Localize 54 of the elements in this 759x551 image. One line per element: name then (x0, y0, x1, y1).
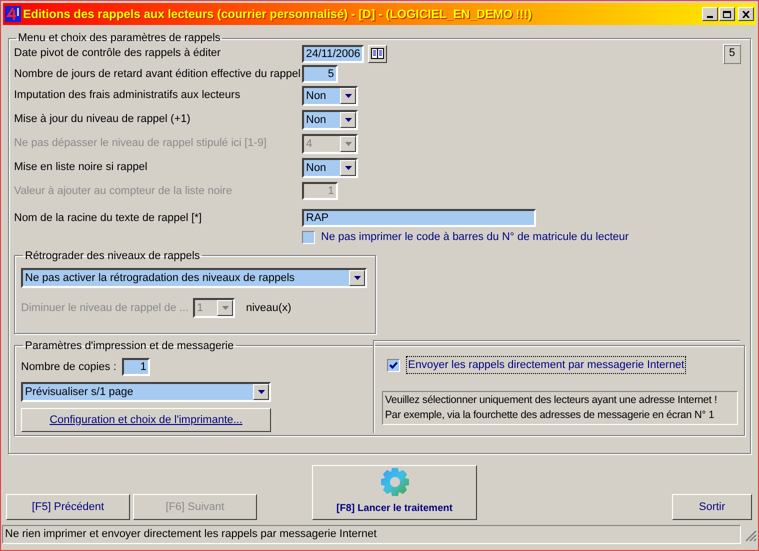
input-field[interactable]: 1 (122, 358, 150, 376)
dropdown[interactable]: Non (302, 158, 358, 178)
window-title: Editions des rappels aux lecteurs (courrier personnalisé) - [D] - (LOGICIEL_EN_DEMO !!!) (23, 6, 532, 23)
close-icon (742, 10, 750, 18)
field-label: Mise en liste noire si rappel (14, 160, 148, 176)
field-label: Nombre de copies : (21, 360, 116, 375)
gear-icon (378, 467, 410, 497)
unit-label: niveau(x) (246, 300, 292, 316)
minimize-button[interactable] (702, 7, 718, 21)
input-field[interactable]: 5 (302, 65, 338, 83)
checkbox[interactable] (302, 231, 315, 244)
maximize-button[interactable] (719, 7, 735, 21)
caret-icon (344, 94, 352, 98)
maximize-icon (723, 10, 731, 18)
status-bar: Ne rien imprimer et envoyer directement les rappels par messagerie Internet (2, 525, 741, 544)
close-button[interactable] (738, 7, 754, 21)
option-label: Ne pas imprimer le code à barres du N° de matricule du lecteur (321, 230, 629, 246)
caret-icon (344, 118, 352, 122)
dropdown[interactable]: Non (302, 86, 358, 106)
field-label: Diminuer le niveau de rappel de ... (21, 300, 190, 316)
input-field[interactable]: 24/11/2006 (302, 44, 364, 62)
caret-icon (258, 390, 264, 394)
group-title: Paramètres d'impression et de messagerie (24, 338, 235, 354)
field-label: Ne pas dépasser le niveau de rappel stipulé ici [1-9] (14, 136, 268, 152)
run-button[interactable]: [F8] Lancer le traitement (312, 465, 477, 520)
dropdown[interactable]: Prévisualiser s/1 page (21, 382, 271, 402)
field-label: Imputation des frais administratifs aux lecteurs (14, 88, 242, 104)
nav-button[interactable]: [F5] Précédent (6, 494, 130, 520)
field-label: Valeur à ajouter au compteur de la liste noire (14, 184, 234, 199)
caret-icon (344, 166, 352, 170)
group-title: Menu et choix des paramètres de rappels (17, 31, 222, 46)
page-number: 5 (723, 44, 741, 64)
caret-icon (354, 276, 360, 280)
calendar-button[interactable] (368, 44, 387, 62)
caret-icon (222, 306, 228, 310)
app-logo-icon (5, 6, 21, 22)
field-label: Date pivot de contrôle des rappels à éditer (14, 46, 222, 62)
checkbox[interactable] (387, 358, 400, 372)
exit-button[interactable]: Sortir (672, 494, 752, 520)
field-label: Nom de la racine du texte de rappel [*] (14, 210, 203, 226)
dropdown[interactable]: Non (302, 110, 358, 130)
notice-text: Par exemple, via la fourchette des adresses de messagerie en écran N° 1 (385, 408, 716, 423)
checkmark-icon (389, 360, 398, 370)
field-label: Nombre de jours de retard avant édition effective du rappel (14, 66, 302, 82)
option-label[interactable]: Envoyer les rappels directement par messagerie Internet (406, 356, 686, 374)
calendar-icon (371, 48, 384, 59)
resize-grip-icon (743, 528, 757, 542)
input-field[interactable]: RAP (302, 209, 536, 227)
group-title: Rétrograder des niveaux de rappels (24, 248, 201, 264)
field-label: Mise à jour du niveau de rappel (+1) (14, 112, 192, 128)
dropdown[interactable]: Ne pas activer la rétrogradation des niveaux de rappels (21, 268, 367, 288)
printer-config-button[interactable]: Configuration et choix de l'imprimante... (21, 408, 271, 432)
notice-text: Veuillez sélectionner uniquement des lecteurs ayant une adresse Internet ! (385, 393, 718, 408)
caret-icon (344, 142, 352, 146)
